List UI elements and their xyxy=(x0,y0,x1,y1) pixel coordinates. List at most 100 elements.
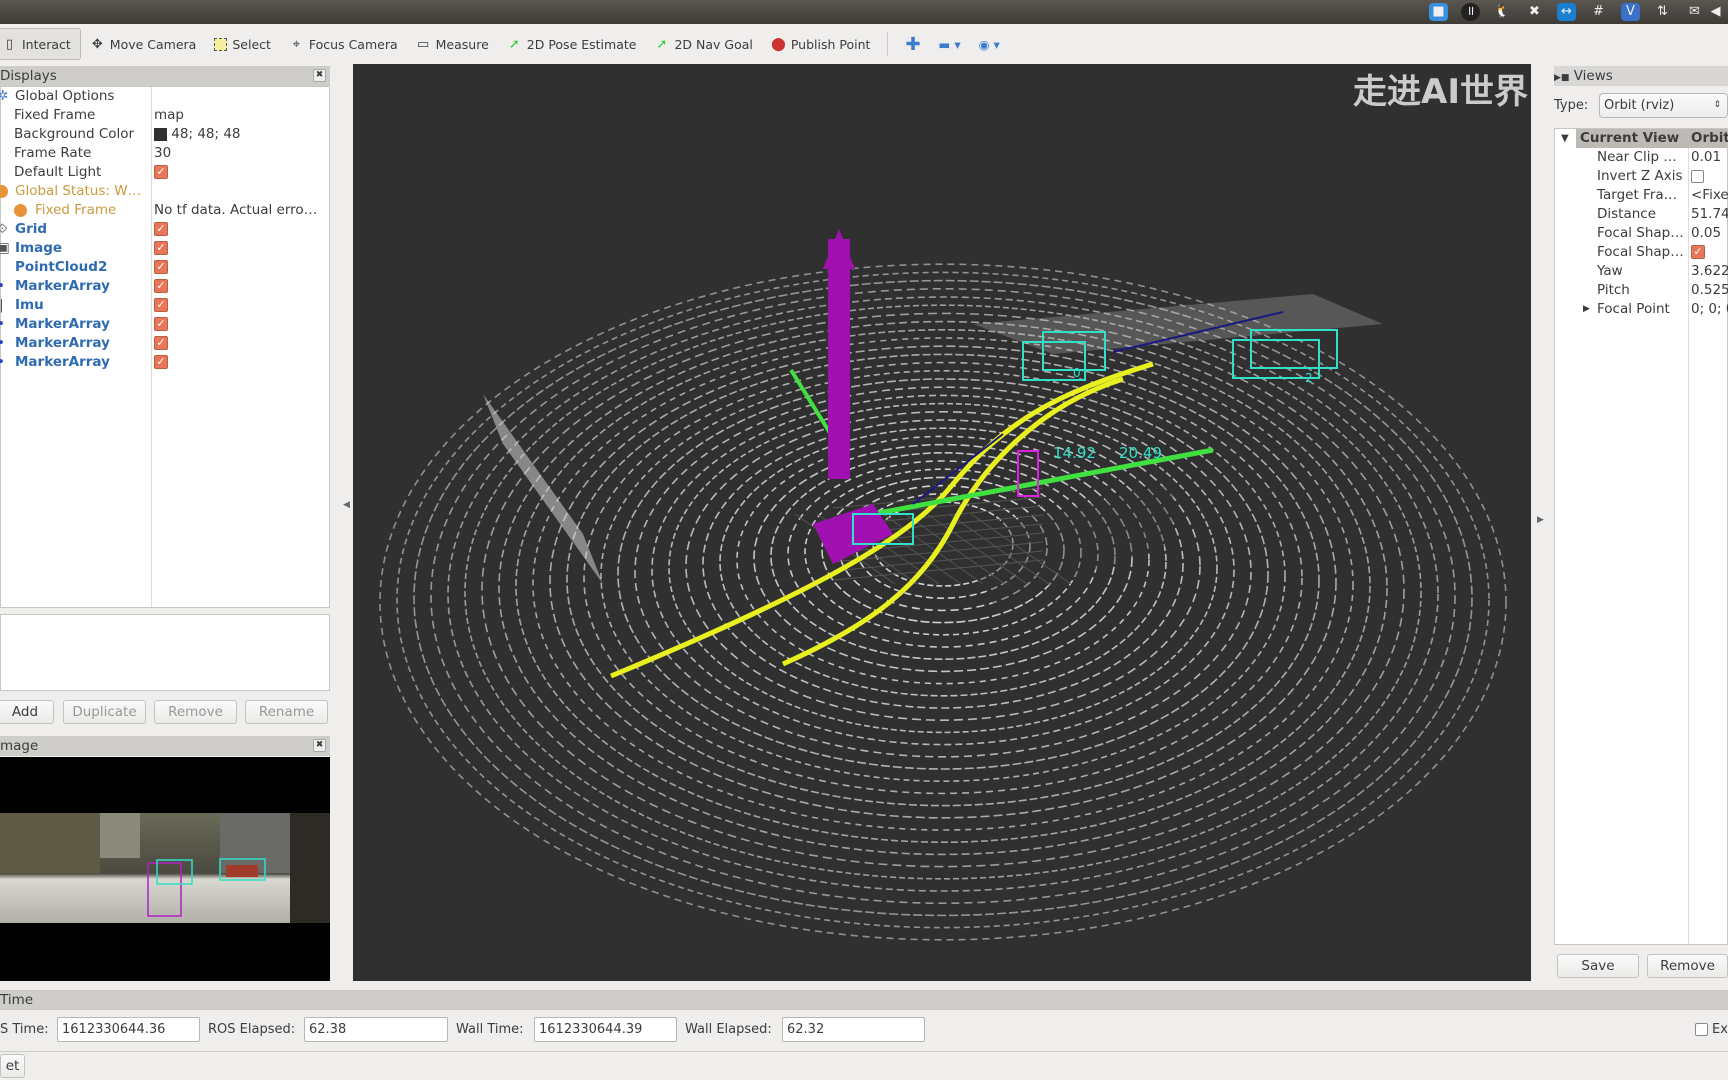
point-cluster xyxy=(973,294,1383,354)
global-status-row[interactable]: Global Status: W… xyxy=(0,182,329,201)
tool-focus-camera[interactable]: ⌖ Focus Camera xyxy=(280,28,407,60)
distance-label: 14.92 xyxy=(1053,444,1096,462)
point-cloud-scene[interactable]: 0 2 14.92 20.49 xyxy=(353,64,1531,981)
prop-row[interactable]: Fixed Frame map xyxy=(1,106,329,125)
checkbox[interactable]: ✓ xyxy=(154,317,168,331)
collapse-right-handle[interactable]: ▶ xyxy=(1537,515,1544,525)
warning-icon xyxy=(14,204,27,217)
lidar-ring xyxy=(566,353,1320,807)
collapse-arrow-icon[interactable]: ▼ xyxy=(1561,129,1569,148)
view-prop-row[interactable]: Focal Shap… 0.05 xyxy=(1555,224,1728,243)
reset-button[interactable]: et xyxy=(0,1054,25,1078)
pause-icon[interactable]: ॥ xyxy=(1461,3,1480,21)
focus-camera-icon: ⌖ xyxy=(292,36,301,52)
rename-button[interactable]: Rename xyxy=(245,700,328,724)
3d-viewport[interactable]: 0 2 14.92 20.49 走进AI世界 xyxy=(353,64,1531,981)
toolbar-divider xyxy=(887,32,889,56)
marker-array-icon: • xyxy=(0,353,5,372)
checkbox[interactable]: ✓ xyxy=(154,241,168,255)
wall-elapsed-field[interactable]: 62.32 xyxy=(782,1017,925,1042)
image-icon: ▣ xyxy=(0,240,10,256)
prop-row[interactable]: Default Light ✓ xyxy=(1,163,329,182)
marker-array-icon: • xyxy=(0,315,5,334)
checkbox[interactable] xyxy=(1691,169,1704,183)
experimental-label: Ex xyxy=(1712,1022,1728,1037)
view-prop-row[interactable]: Target Fra… <Fixe xyxy=(1555,186,1728,205)
checkbox[interactable]: ✓ xyxy=(154,336,168,350)
checkbox[interactable]: ✓ xyxy=(154,279,168,293)
tool-interact[interactable]: ▯ Interact xyxy=(0,28,81,60)
experimental-checkbox[interactable] xyxy=(1695,1023,1708,1036)
display-item-markerarray[interactable]: •MarkerArray✓ xyxy=(0,277,329,296)
fixed-frame-status-row[interactable]: Fixed Frame No tf data. Actual erro… xyxy=(1,201,329,220)
tool-select[interactable]: Select xyxy=(205,28,280,60)
tool-publish-point[interactable]: ⬤ Publish Point xyxy=(762,28,880,60)
view-prop-row[interactable]: Pitch 0.525 xyxy=(1555,281,1728,300)
ros-elapsed-field[interactable]: 62.38 xyxy=(304,1017,448,1042)
remove-tool-button[interactable]: ▬ ▾ xyxy=(930,28,970,60)
tool-move-camera[interactable]: ✥ Move Camera xyxy=(81,28,206,60)
distance-label: 0 xyxy=(1073,366,1081,380)
remove-view-button[interactable]: Remove xyxy=(1647,954,1728,978)
expand-arrow-icon[interactable]: ▶ xyxy=(1583,300,1590,319)
checkbox[interactable]: ✓ xyxy=(154,298,168,312)
gear-icon: ✲ xyxy=(0,88,9,104)
teamviewer-icon[interactable]: ↔ xyxy=(1557,3,1576,21)
view-type-select[interactable]: Orbit (rviz) ⇕ xyxy=(1599,93,1728,118)
expand-icon[interactable]: ▶■ xyxy=(1554,73,1569,83)
display-item-image[interactable]: ▣ Image ✓ xyxy=(0,239,329,258)
duplicate-button[interactable]: Duplicate xyxy=(63,700,146,724)
ros-elapsed-label: ROS Elapsed: xyxy=(208,1022,296,1037)
v2ray-icon[interactable]: V xyxy=(1621,3,1640,21)
zoom-icon[interactable]: ■ xyxy=(1429,3,1448,21)
checkbox[interactable]: ✓ xyxy=(154,260,168,274)
wall-time-field[interactable]: 1612330644.39 xyxy=(534,1017,677,1042)
view-prop-row[interactable]: Yaw 3.622 xyxy=(1555,262,1728,281)
display-item-markerarray[interactable]: •MarkerArray✓ xyxy=(0,334,329,353)
view-prop-row[interactable]: Near Clip … 0.01 xyxy=(1555,148,1728,167)
distance-label: 20.49 xyxy=(1119,444,1162,462)
collapse-left-handle[interactable]: ◀ xyxy=(343,500,350,510)
display-item-markerarray[interactable]: •MarkerArray✓ xyxy=(0,315,329,334)
view-prop-row[interactable]: Focal Shap… ✓ xyxy=(1555,243,1728,262)
type-label: Type: xyxy=(1554,98,1589,113)
tool-2d-pose-estimate[interactable]: ➚ 2D Pose Estimate xyxy=(498,28,646,60)
display-item-pointcloud2[interactable]: ⁞PointCloud2✓ xyxy=(0,258,329,277)
ros-time-field[interactable]: 1612330644.36 xyxy=(57,1017,200,1042)
imu-icon: ‖ xyxy=(0,296,4,315)
mail-icon[interactable]: ✉ xyxy=(1685,3,1704,21)
prop-row[interactable]: Frame Rate 30 xyxy=(1,144,329,163)
tool-2d-nav-goal[interactable]: ➚ 2D Nav Goal xyxy=(645,28,761,60)
volume-icon[interactable]: ◀ xyxy=(1706,3,1725,21)
view-prop-row[interactable]: Invert Z Axis xyxy=(1555,167,1728,186)
global-options-row[interactable]: ✲ Global Options xyxy=(0,87,329,106)
save-view-button[interactable]: Save xyxy=(1557,954,1639,978)
display-item-imu[interactable]: ‖Imu✓ xyxy=(0,296,329,315)
display-item-markerarray[interactable]: •MarkerArray✓ xyxy=(0,353,329,372)
display-description-box xyxy=(0,614,330,691)
tool-measure[interactable]: ▭ Measure xyxy=(407,28,498,60)
penguin-icon[interactable]: 🐧 xyxy=(1493,3,1512,21)
network-icon[interactable]: ⇅ xyxy=(1653,3,1672,21)
view-prop-row[interactable]: Distance 51.74 xyxy=(1555,205,1728,224)
dropbox-icon[interactable]: ✖ xyxy=(1525,3,1544,21)
lidar-ring xyxy=(481,312,1405,868)
add-button[interactable]: Add xyxy=(0,700,54,724)
views-tree: ▼ Current View Orbit Near Clip … 0.01 Invert… xyxy=(1554,128,1728,945)
add-tool-button[interactable]: ✚ xyxy=(896,28,929,60)
checkbox[interactable]: ✓ xyxy=(154,355,168,369)
display-item-grid[interactable]: ⟐ Grid ✓ xyxy=(0,220,329,239)
checkbox[interactable]: ✓ xyxy=(154,222,168,236)
camera-type-button[interactable]: ◉ ▾ xyxy=(970,28,1009,60)
remove-display-button[interactable]: Remove xyxy=(154,700,237,724)
close-icon[interactable]: ✖ xyxy=(313,69,326,82)
current-view-row[interactable]: ▼ Current View Orbit xyxy=(1561,129,1728,148)
map-pin-icon: ⬤ xyxy=(771,36,786,52)
view-prop-row[interactable]: ▶Focal Point0; 0; 0 xyxy=(1555,300,1728,319)
checkbox[interactable]: ✓ xyxy=(1691,245,1705,259)
slack-icon[interactable]: # xyxy=(1589,3,1608,21)
prop-row[interactable]: Background Color 48; 48; 48 xyxy=(1,125,329,144)
checkbox[interactable]: ✓ xyxy=(154,165,168,179)
close-icon[interactable]: ✖ xyxy=(313,739,326,752)
color-swatch[interactable] xyxy=(154,127,167,141)
